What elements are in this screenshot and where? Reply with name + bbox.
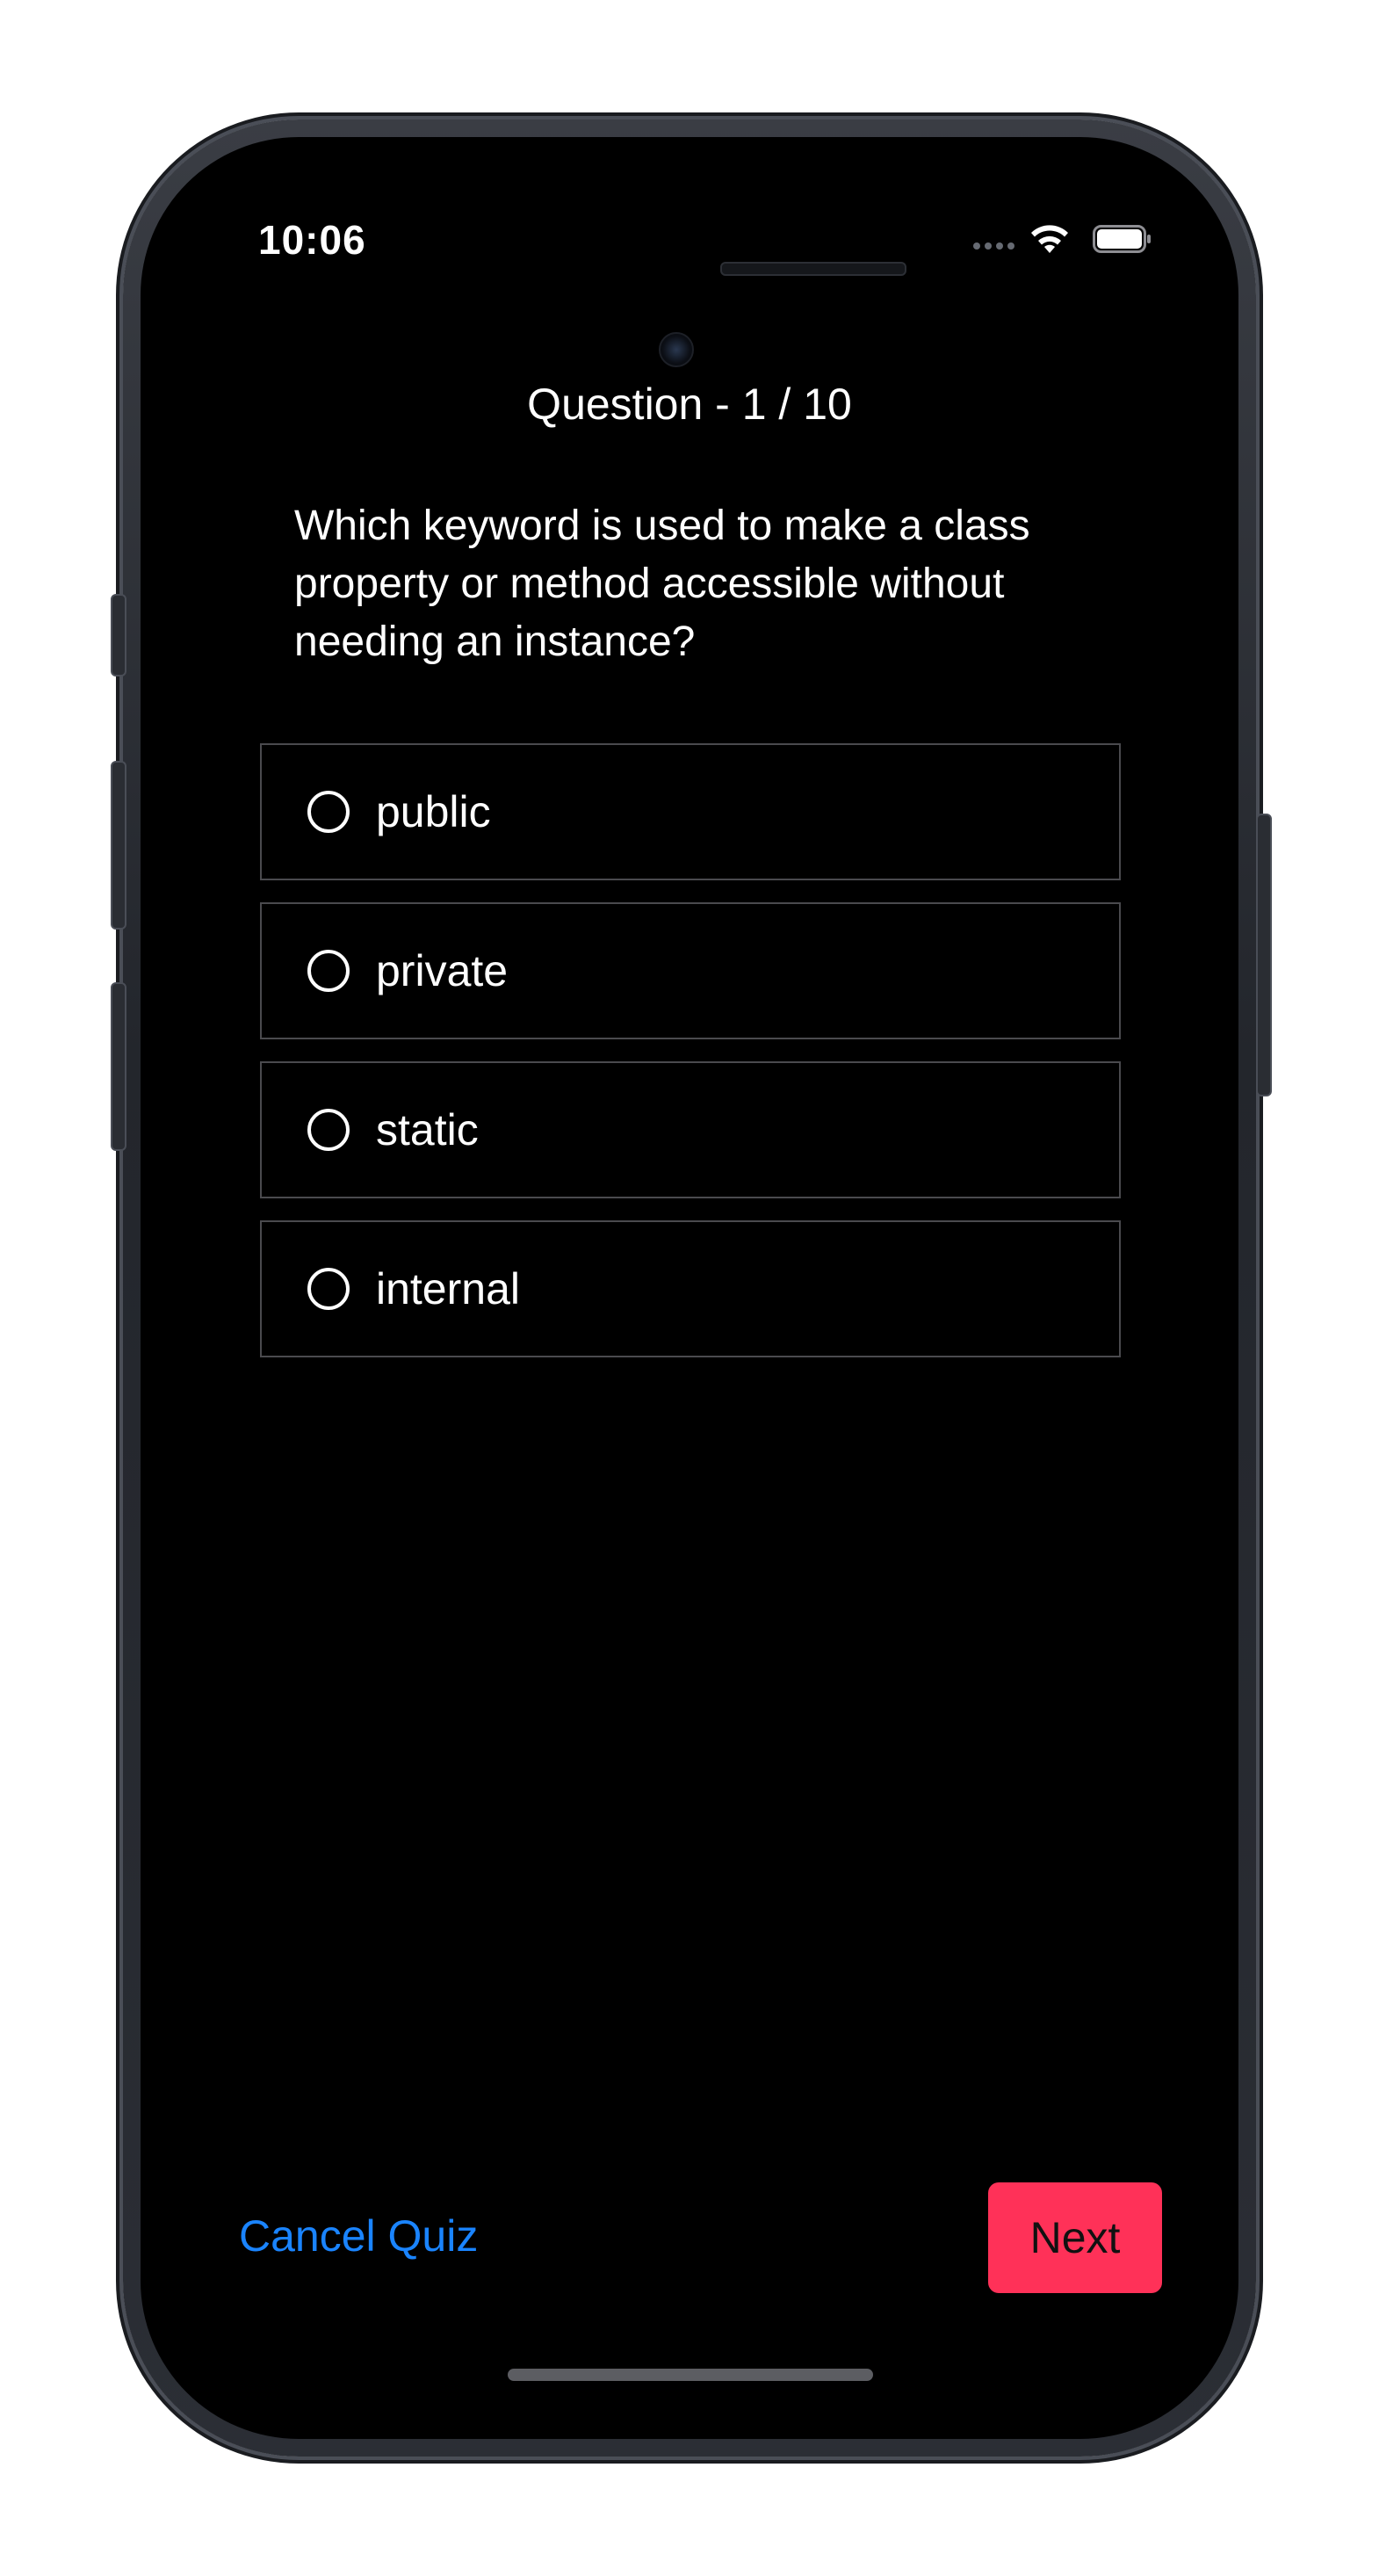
radio-unchecked-icon[interactable] xyxy=(307,1268,350,1310)
answer-option-private[interactable]: private xyxy=(260,902,1121,1039)
earpiece-speaker xyxy=(720,262,906,276)
answer-option-static[interactable]: static xyxy=(260,1061,1121,1198)
question-progress: Question - 1 / 10 xyxy=(527,380,852,429)
radio-unchecked-icon[interactable] xyxy=(307,950,350,992)
cancel-quiz-button[interactable]: Cancel Quiz xyxy=(239,2211,478,2261)
front-camera xyxy=(659,332,694,367)
power-button xyxy=(1256,814,1272,1096)
home-indicator[interactable] xyxy=(508,2369,873,2381)
answer-option-public[interactable]: public xyxy=(260,743,1121,880)
answer-option-label: private xyxy=(376,946,509,995)
answer-option-label: internal xyxy=(376,1264,520,1313)
question-text: Which keyword is used to make a class pr… xyxy=(294,503,1030,665)
wifi-icon xyxy=(1031,225,1068,253)
next-button[interactable]: Next xyxy=(988,2182,1162,2293)
phone-frame: 10:06 Question - 1 / 10 Which keyword is… xyxy=(111,119,1272,2457)
answer-option-label: static xyxy=(376,1105,479,1154)
status-time: 10:06 xyxy=(258,217,366,263)
mute-switch xyxy=(111,594,126,677)
volume-down-button xyxy=(111,982,126,1151)
screen: 10:06 Question - 1 / 10 Which keyword is… xyxy=(141,137,1238,2439)
answer-options: public private static internal xyxy=(260,743,1121,1379)
answer-option-internal[interactable]: internal xyxy=(260,1220,1121,1357)
battery-icon xyxy=(1093,225,1151,253)
volume-up-button xyxy=(111,761,126,930)
page: 10:06 Question - 1 / 10 Which keyword is… xyxy=(0,0,1379,2576)
radio-unchecked-icon[interactable] xyxy=(307,791,350,833)
answer-option-label: public xyxy=(376,787,491,836)
signal-dots-icon xyxy=(973,242,1014,250)
radio-unchecked-icon[interactable] xyxy=(307,1109,350,1151)
